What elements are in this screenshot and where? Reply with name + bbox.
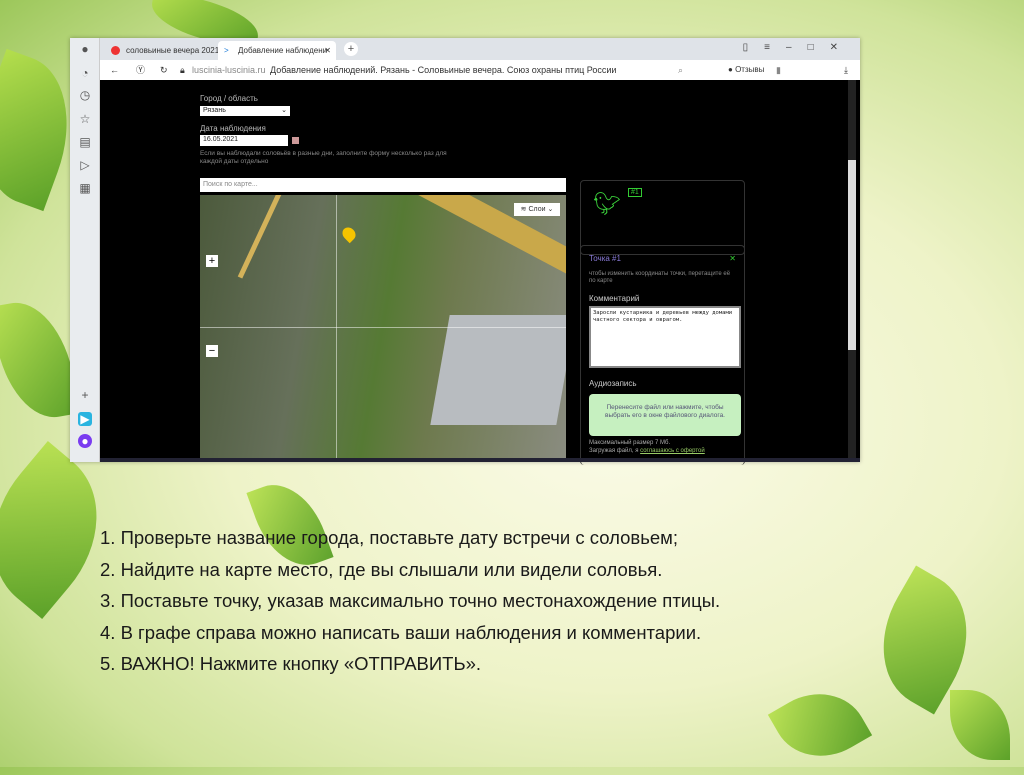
search-icon[interactable]: ⌕ <box>678 60 683 80</box>
date-label: Дата наблюдения <box>200 124 266 133</box>
browser-screenshot: ● ◔ ◷ ☆ ▤ ▷ ▦ + ▶ ● соловьиные вечера 20… <box>70 38 860 465</box>
yandex-icon <box>111 46 120 55</box>
bird-panel: 🐦︎ #1 <box>580 180 745 255</box>
map[interactable]: + − ≋ Слои ⌄ <box>200 195 566 460</box>
instruction-item: 5. ВАЖНО! Нажмите кнопку «ОТПРАВИТЬ». <box>100 653 482 674</box>
audio-label: Аудиозапись <box>589 379 637 388</box>
alice-icon[interactable]: ● <box>78 434 92 448</box>
reload-icon[interactable]: ↻ <box>160 60 168 80</box>
bookmark-icon[interactable]: ▮ <box>776 60 781 80</box>
lock-icon: 🔒︎ <box>180 65 185 75</box>
parking-lot <box>430 315 566 425</box>
instruction-item: 2. Найдите на карте место, где вы слышал… <box>100 558 663 580</box>
window-controls: ▯≡–□✕ <box>742 42 854 53</box>
instruction-item: 1. Проверьте название города, поставьте … <box>100 527 678 548</box>
bell-icon[interactable]: ◔ <box>78 66 92 80</box>
tab-add-observation[interactable]: > Добавление наблюдени ✕ <box>218 41 336 60</box>
city-select[interactable]: Рязань ⌄ <box>200 106 290 116</box>
new-tab-button[interactable]: + <box>344 42 358 56</box>
zoom-in-button[interactable]: + <box>206 255 218 267</box>
calendar-icon[interactable] <box>292 137 299 144</box>
leaf-decoration <box>0 294 80 426</box>
map-marker-icon[interactable] <box>339 224 359 244</box>
play-icon[interactable]: ▷ <box>78 158 92 172</box>
instructions-list: 1. Проверьте название города, поставьте … <box>100 522 720 680</box>
download-icon[interactable]: ⤓ <box>844 60 848 80</box>
yandex-button-icon[interactable]: Ⓨ <box>136 60 145 80</box>
scrollbar[interactable] <box>848 80 856 462</box>
city-label: Город / область <box>200 94 258 103</box>
tab-bar: соловьиные вечера 2021 > Добавление наблю… <box>100 38 860 60</box>
bird-icon: 🐦︎ <box>593 191 621 216</box>
grid-line <box>200 327 566 328</box>
chevron-icon: > <box>224 46 229 55</box>
offer-link[interactable]: соглашаюсь с офертой <box>640 448 705 454</box>
comment-textarea[interactable]: Заросли кустарника и деревьев между дома… <box>589 306 741 368</box>
layers-button[interactable]: ≋ Слои ⌄ <box>514 203 560 216</box>
date-input[interactable]: 16.05.2021 <box>200 135 288 146</box>
close-tab-icon[interactable]: ✕ <box>324 41 331 60</box>
address-bar: ← Ⓨ ↻ 🔒︎ luscinia-luscinia.ru Добавление… <box>100 60 860 80</box>
date-hint: Если вы наблюдали соловьёв в разные дни,… <box>200 150 447 165</box>
leaf-decoration <box>767 674 873 775</box>
add-icon[interactable]: + <box>78 388 92 402</box>
point-hint: чтобы изменить координаты точки, перетащ… <box>589 271 731 284</box>
profile-icon[interactable]: ● <box>78 42 92 56</box>
map-search-input[interactable]: Поиск по карте... <box>200 178 566 192</box>
tab-solovinye-vechera[interactable]: соловьиные вечера 2021 <box>106 41 219 60</box>
point-title: Точка #1 <box>589 254 621 263</box>
comment-label: Комментарий <box>589 294 640 303</box>
agree-text: Загружая файл, я соглашаюсь с офертой <box>589 448 705 454</box>
page-title: Добавление наблюдений. Рязань - Соловьин… <box>270 65 617 75</box>
history-icon[interactable]: ◷ <box>78 88 92 102</box>
chevron-down-icon: ⌄ <box>281 107 287 114</box>
leaf-decoration <box>950 690 1010 760</box>
messenger-icon[interactable]: ▶ <box>78 412 92 426</box>
point-badge[interactable]: #1 <box>628 188 642 197</box>
star-icon[interactable]: ☆ <box>78 112 92 126</box>
instruction-item: 3. Поставьте точку, указав максимально т… <box>100 590 721 611</box>
back-icon[interactable]: ← <box>110 60 119 80</box>
reviews-button[interactable]: ● Отзывы <box>728 60 764 80</box>
close-icon[interactable]: ✕ <box>729 254 736 263</box>
url[interactable]: luscinia-luscinia.ru <box>192 60 266 80</box>
page-content: Город / область Рязань ⌄ Дата наблюдения … <box>100 80 860 465</box>
max-size: Максимальный размер 7 Мб. <box>589 440 671 446</box>
apps-icon[interactable]: ▦ <box>78 181 92 195</box>
collections-icon[interactable]: ▤ <box>78 135 92 149</box>
point-panel: Точка #1 ✕ чтобы изменить координаты точ… <box>580 245 745 465</box>
audio-dropzone[interactable]: Перенесите файл или нажмите, чтобы выбра… <box>589 394 741 436</box>
road <box>237 195 327 279</box>
browser-sidebar: ● ◔ ◷ ☆ ▤ ▷ ▦ + ▶ ● <box>70 38 100 462</box>
zoom-out-button[interactable]: − <box>206 345 218 357</box>
taskbar <box>100 458 860 462</box>
instruction-item: 4. В графе справа можно написать ваши на… <box>100 621 702 643</box>
scrollbar-thumb[interactable] <box>848 160 856 350</box>
